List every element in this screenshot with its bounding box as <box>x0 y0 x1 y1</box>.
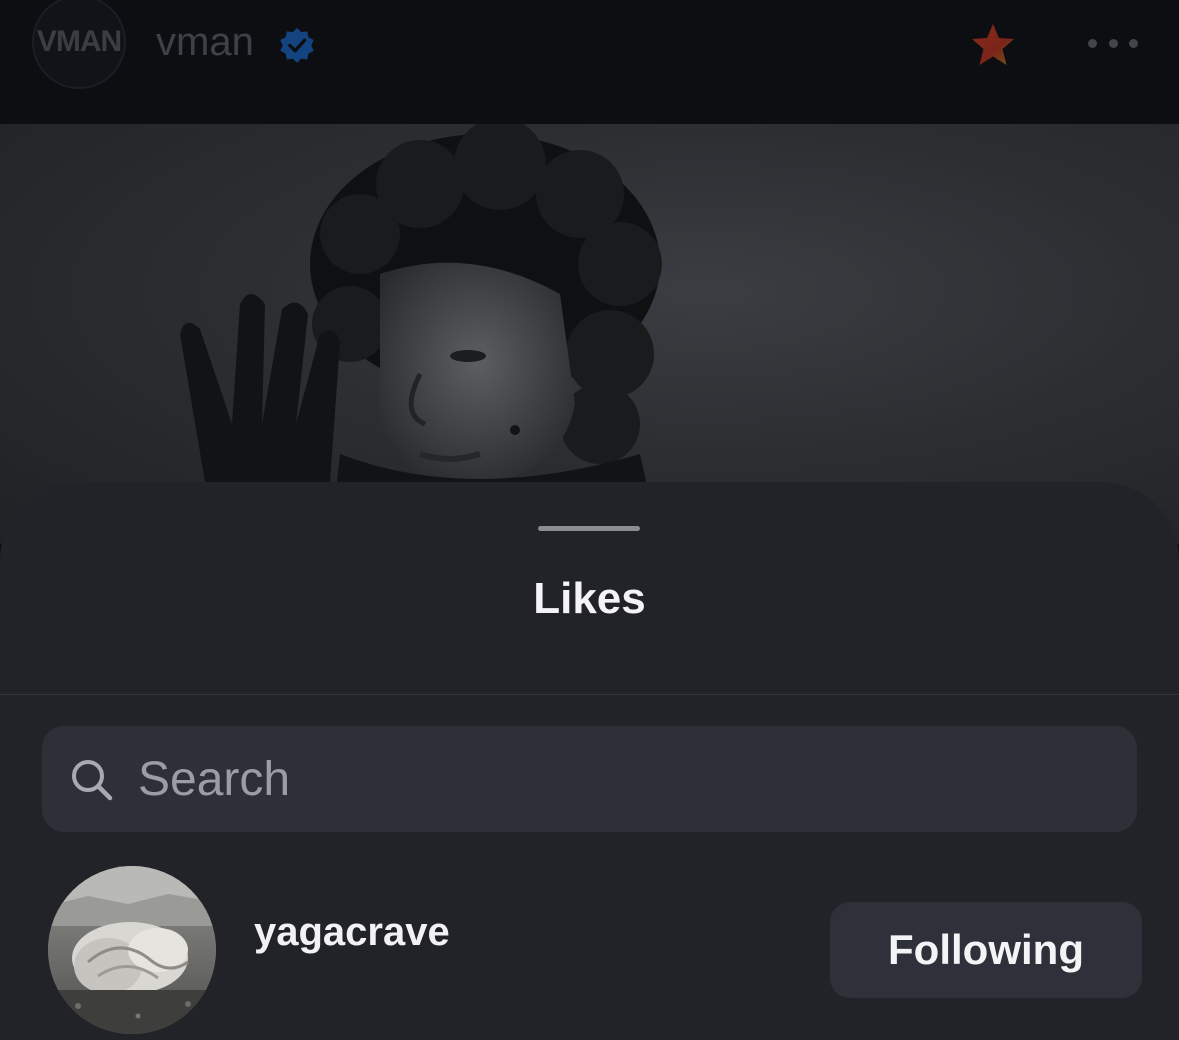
post-image <box>0 124 1179 544</box>
more-options-icon[interactable] <box>1088 37 1138 49</box>
search-icon <box>72 760 113 801</box>
account-name[interactable]: vman <box>156 20 254 65</box>
sheet-title: Likes <box>533 574 646 623</box>
search-field[interactable] <box>42 726 1137 832</box>
list-item[interactable]: yagacrave Following <box>0 864 1179 1034</box>
sheet-drag-handle[interactable] <box>538 526 640 531</box>
star-icon[interactable] <box>969 22 1017 68</box>
search-input[interactable] <box>138 744 1098 814</box>
avatar-photo <box>48 866 216 1034</box>
likes-sheet: Likes Search yagacrave Following <box>0 482 1179 1040</box>
profile-header: VMAN vman <box>0 0 1179 124</box>
divider <box>0 694 1179 695</box>
screen: VMAN vman Likes Search yagacrave Followi… <box>0 0 1179 1040</box>
username[interactable]: yagacrave <box>254 910 450 955</box>
account-avatar[interactable]: VMAN <box>32 0 126 89</box>
user-avatar[interactable] <box>48 866 216 1034</box>
verified-badge-icon <box>280 27 314 63</box>
portrait-photo <box>180 124 662 544</box>
brand-logo-text: VMAN <box>36 25 122 58</box>
following-button[interactable]: Following <box>830 902 1142 998</box>
